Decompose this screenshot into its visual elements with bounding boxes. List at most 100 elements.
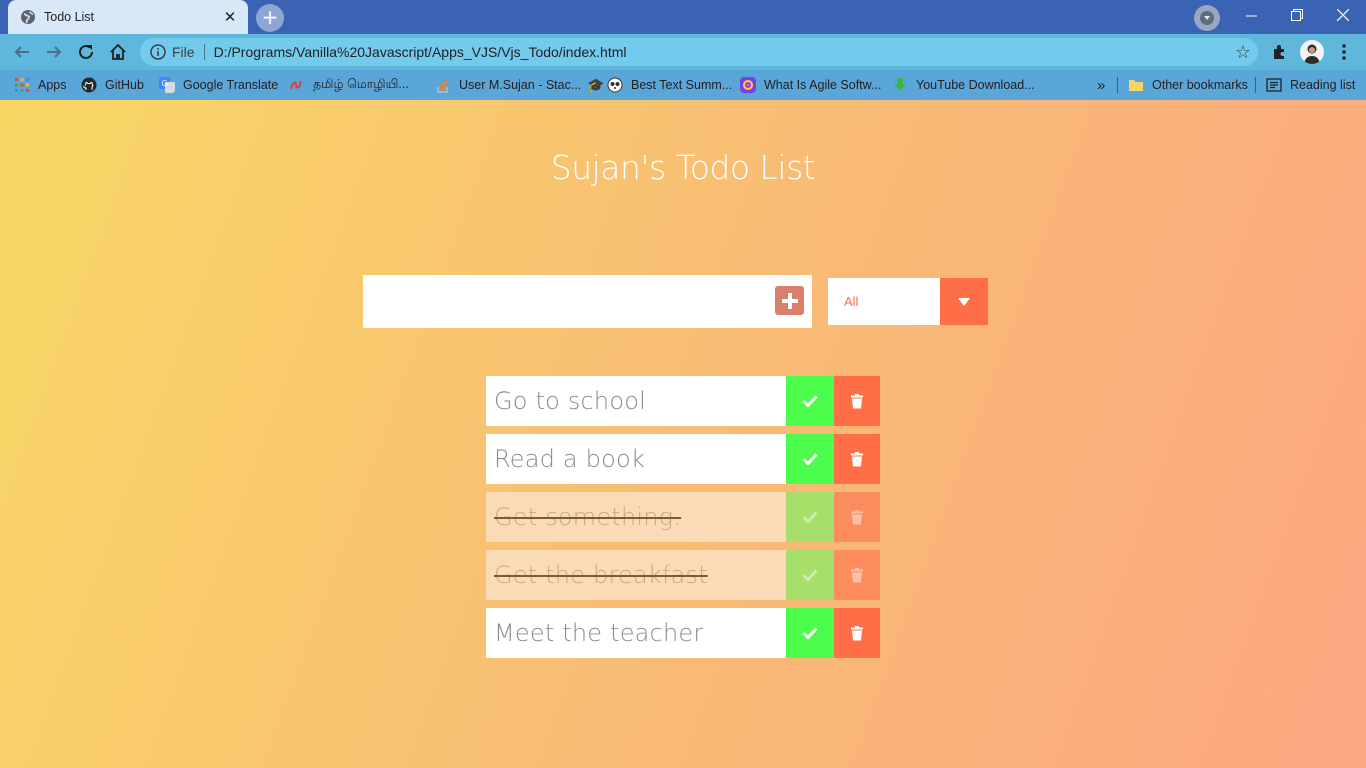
back-button[interactable]	[8, 38, 36, 66]
plus-icon	[781, 292, 798, 309]
arrow-left-icon	[14, 46, 29, 58]
bookmark-stackoverflow[interactable]: User M.Sujan - Stac...	[435, 75, 581, 95]
svg-text:G: G	[162, 79, 168, 88]
info-icon[interactable]	[150, 44, 166, 60]
bookmark-label: Google Translate	[183, 78, 279, 92]
todo-item-completed: Get something.	[486, 492, 880, 542]
new-tab-button[interactable]: +	[256, 4, 284, 32]
todo-item: Read a book	[486, 434, 880, 484]
tab-close-icon[interactable]: ✕	[222, 8, 238, 26]
trash-icon	[851, 393, 863, 408]
complete-button[interactable]	[786, 608, 834, 658]
url-text[interactable]: D:/Programs/Vanilla%20Javascript/Apps_VJ…	[214, 44, 1228, 60]
bookmarks-bar: Apps GitHub G Google Translate தமிழ் மொழ…	[0, 70, 1366, 100]
text-summarizer-icon	[607, 77, 623, 93]
globe-icon	[21, 10, 35, 24]
delete-button[interactable]	[834, 608, 880, 658]
check-icon	[802, 395, 818, 407]
page-title: Sujan's Todo List	[550, 148, 816, 187]
bookmark-other-bookmarks[interactable]: Other bookmarks	[1128, 75, 1248, 95]
close-icon	[1337, 9, 1349, 21]
complete-button[interactable]	[786, 376, 834, 426]
bookmark-text-summarizer[interactable]: 🎓 Best Text Summ...	[587, 75, 732, 95]
check-icon	[802, 511, 818, 523]
todo-text: Read a book	[486, 434, 786, 484]
bookmarks-divider	[1117, 77, 1118, 93]
kebab-menu-icon	[1342, 44, 1346, 60]
tamil-site-icon	[290, 80, 302, 90]
todo-list: Go to school Read a book Get something.	[486, 376, 880, 666]
trash-icon	[851, 625, 863, 640]
stackoverflow-icon	[437, 79, 449, 93]
bookmark-apps[interactable]: Apps	[14, 75, 67, 95]
trash-icon	[851, 509, 863, 524]
youtube-download-icon	[894, 78, 906, 91]
check-icon	[802, 453, 818, 465]
extensions-button[interactable]	[1266, 38, 1294, 66]
bookmark-label: YouTube Download...	[916, 78, 1035, 92]
bookmark-label: Best Text Summ...	[631, 78, 733, 92]
bookmark-label: What Is Agile Softw...	[764, 78, 882, 92]
minimize-button[interactable]	[1228, 0, 1274, 30]
complete-button[interactable]	[786, 434, 834, 484]
filter-dropdown-button[interactable]	[940, 278, 988, 325]
delete-button[interactable]	[834, 550, 880, 600]
complete-button[interactable]	[786, 492, 834, 542]
puzzle-icon	[1274, 45, 1284, 59]
delete-button[interactable]	[834, 492, 880, 542]
home-icon	[110, 43, 126, 60]
bookmarks-overflow-button[interactable]: »	[1097, 75, 1105, 95]
bookmark-google-translate[interactable]: G Google Translate	[159, 75, 278, 95]
browser-menu-button[interactable]	[1330, 38, 1358, 66]
trash-icon	[851, 567, 863, 582]
bookmark-star-icon[interactable]: ☆	[1228, 42, 1258, 63]
todo-text: Get the breakfast	[486, 550, 786, 600]
browser-tabstrip: Todo List ✕ +	[0, 0, 1366, 34]
close-window-button[interactable]	[1320, 0, 1366, 30]
caret-down-icon	[958, 297, 970, 306]
bookmark-youtube-download[interactable]: YouTube Download...	[892, 75, 1035, 95]
folder-icon	[1129, 80, 1143, 91]
delete-button[interactable]	[834, 434, 880, 484]
forward-button[interactable]	[40, 38, 68, 66]
browser-tab[interactable]: Todo List ✕	[8, 0, 248, 34]
bookmark-github[interactable]: GitHub	[81, 75, 144, 95]
delete-button[interactable]	[834, 376, 880, 426]
restore-button[interactable]	[1274, 0, 1320, 30]
todo-input[interactable]	[363, 275, 812, 328]
bookmark-label: Other bookmarks	[1152, 78, 1248, 92]
reload-button[interactable]	[72, 38, 100, 66]
arrow-right-icon	[47, 46, 62, 58]
check-icon	[802, 627, 818, 639]
address-bar[interactable]: File D:/Programs/Vanilla%20Javascript/Ap…	[140, 38, 1258, 66]
add-todo-button[interactable]	[775, 286, 804, 315]
check-icon	[802, 569, 818, 581]
reading-list-button[interactable]: Reading list	[1266, 75, 1355, 95]
complete-button[interactable]	[786, 550, 834, 600]
todo-text: Meet the teacher	[486, 608, 786, 658]
profile-photo-icon	[1304, 44, 1320, 64]
url-scheme-label: File	[172, 44, 195, 60]
todo-item: Go to school	[486, 376, 880, 426]
profile-avatar[interactable]	[1300, 40, 1324, 64]
google-translate-icon: G	[159, 77, 175, 93]
bookmark-agile[interactable]: What Is Agile Softw...	[740, 75, 881, 95]
filter-selected-value: All	[828, 278, 940, 325]
todo-item-completed: Get the breakfast	[486, 550, 880, 600]
bookmarks-divider	[1255, 77, 1256, 93]
filter-select[interactable]: All	[828, 278, 988, 325]
todo-page: Sujan's Todo List All Go to school Read …	[0, 100, 1366, 768]
todo-item: Meet the teacher	[486, 608, 880, 658]
home-button[interactable]	[104, 38, 132, 66]
bookmark-label: User M.Sujan - Stac...	[459, 78, 582, 92]
browser-toolbar: File D:/Programs/Vanilla%20Javascript/Ap…	[0, 34, 1366, 70]
chevron-down-icon	[1200, 11, 1214, 25]
bookmark-label: Reading list	[1290, 78, 1356, 92]
tab-title: Todo List	[44, 10, 95, 24]
reload-icon	[79, 44, 93, 59]
bookmark-tamil[interactable]: தமிழ் மொழியி...	[289, 75, 409, 95]
tab-search-button[interactable]	[1194, 5, 1220, 31]
agile-site-icon	[740, 77, 756, 93]
url-divider	[203, 44, 205, 60]
minimize-icon	[1245, 15, 1257, 16]
